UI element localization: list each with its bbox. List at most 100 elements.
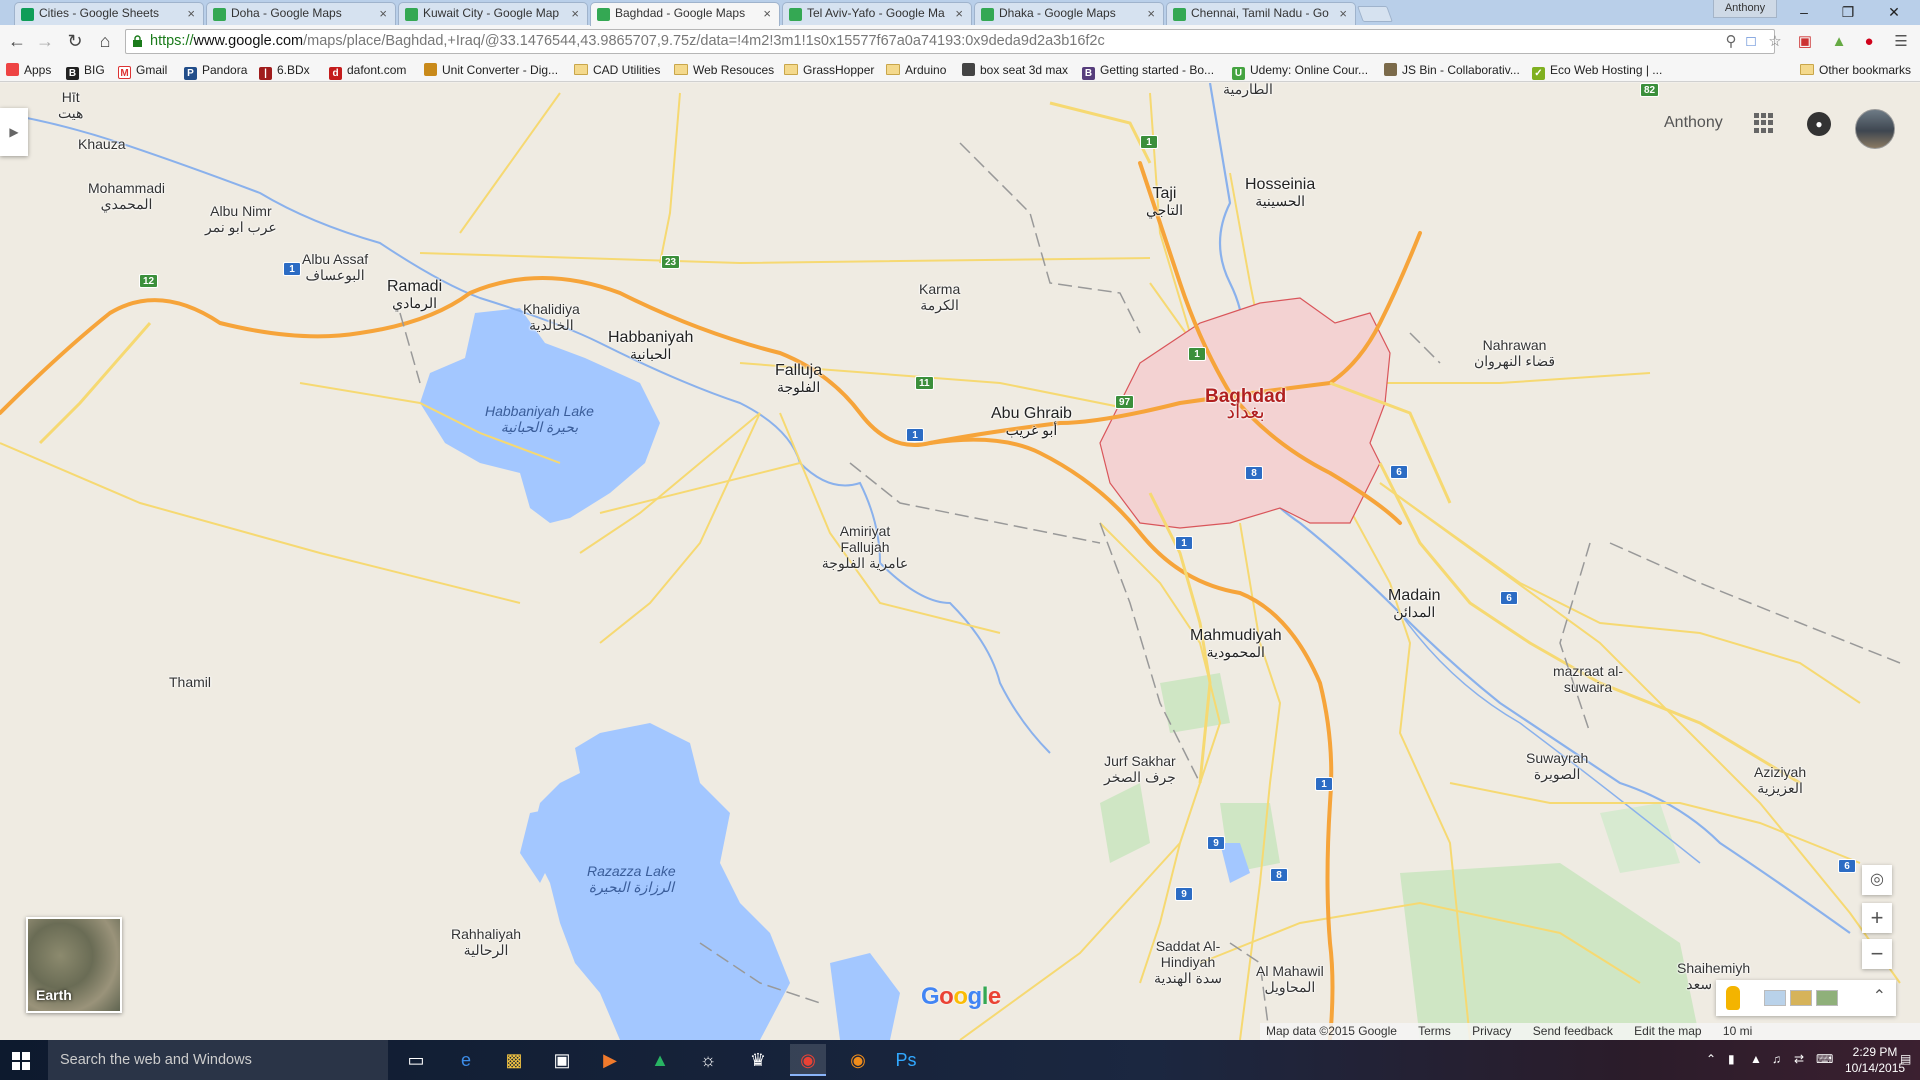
wifi-app-icon[interactable]: ☼ xyxy=(690,1044,726,1076)
maximize-button[interactable]: ❐ xyxy=(1826,2,1870,22)
menu-icon[interactable]: ☰ xyxy=(1892,33,1910,51)
place-ramadi[interactable]: Ramadi الرمادي xyxy=(387,279,442,312)
bookmark-jsbin[interactable]: JS Bin - Collaborativ... xyxy=(1384,62,1520,78)
tab-telaviv-maps[interactable]: Tel Aviv-Yafo - Google Ma × xyxy=(782,2,972,25)
place-madain[interactable]: Madain المدائن xyxy=(1388,588,1440,621)
wifi-icon[interactable]: ▲ xyxy=(1750,1052,1762,1066)
chevron-up-icon[interactable]: ⌃ xyxy=(1873,986,1886,1006)
volume-icon[interactable]: ♫ xyxy=(1772,1052,1781,1066)
place-albu-nimr[interactable]: Albu Nimr عرب ابو نمر xyxy=(205,203,277,235)
pinterest-icon[interactable]: ● xyxy=(1860,33,1878,51)
photo-layer-thumb[interactable] xyxy=(1790,990,1812,1006)
my-location-button[interactable]: ◎ xyxy=(1862,865,1892,895)
map-canvas[interactable]: 1 1 1 1 1 12 23 11 97 1 6 6 6 8 8 8 9 9 … xyxy=(0,83,1920,1040)
close-window-button[interactable]: ✕ xyxy=(1872,2,1916,22)
forward-button[interactable]: → xyxy=(32,29,58,53)
pegman-icon[interactable] xyxy=(1726,986,1740,1010)
bookmark-web-resouces[interactable]: Web Resouces xyxy=(674,62,774,78)
tab-close-icon[interactable]: × xyxy=(1339,3,1347,24)
zoom-in-button[interactable]: + xyxy=(1862,903,1892,933)
firefox-icon[interactable]: ◉ xyxy=(840,1044,876,1076)
sync-icon[interactable]: ⇄ xyxy=(1794,1052,1804,1066)
bookmark-6bdx[interactable]: | 6.BDx xyxy=(259,62,310,80)
bookmark-star-icon[interactable]: ☆ xyxy=(1766,33,1784,51)
place-jurf-sakhar[interactable]: Jurf Sakhar جرف الصخر xyxy=(1104,753,1176,785)
place-rahhaliyah[interactable]: Rahhaliyah الرحالية xyxy=(451,926,521,958)
bookmark-dafont[interactable]: d dafont.com xyxy=(329,62,406,80)
reload-button[interactable]: ↻ xyxy=(62,29,88,53)
zoom-icon[interactable]: ⚲ xyxy=(1722,33,1740,51)
place-mohammadi[interactable]: Mohammadi المحمدي xyxy=(88,180,165,212)
place-suwayrah[interactable]: Suwayrah الصويرة xyxy=(1526,750,1588,782)
action-center-icon[interactable]: ▤ xyxy=(1900,1052,1911,1066)
bookmark-udemy[interactable]: U Udemy: Online Cour... xyxy=(1232,62,1368,80)
tab-cities-sheets[interactable]: Cities - Google Sheets × xyxy=(14,2,204,25)
tab-chennai-maps[interactable]: Chennai, Tamil Nadu - Go × xyxy=(1166,2,1356,25)
place-karma[interactable]: Karma الكرمة xyxy=(919,281,960,313)
place-khauza[interactable]: Khauza xyxy=(78,136,125,152)
page-action-icon[interactable]: □ xyxy=(1742,33,1760,51)
place-saddat-al-hindiyah[interactable]: Saddat Al-Hindiyah سدة الهندية xyxy=(1148,938,1228,986)
file-explorer-icon[interactable]: ▩ xyxy=(496,1044,532,1076)
new-tab-button[interactable] xyxy=(1357,6,1393,22)
clock[interactable]: 2:29 PM 10/14/2015 xyxy=(1845,1044,1905,1076)
bookmark-bootstrap[interactable]: B Getting started - Bo... xyxy=(1082,62,1214,80)
bookmark-gmail[interactable]: M Gmail xyxy=(118,62,167,79)
bookmark-unit-converter[interactable]: Unit Converter - Dig... xyxy=(424,62,558,78)
bookmark-arduino[interactable]: Arduino xyxy=(886,62,946,78)
address-bar[interactable]: https://www.google.com/maps/place/Baghda… xyxy=(125,29,1775,54)
tab-close-icon[interactable]: × xyxy=(379,3,387,24)
tab-close-icon[interactable]: × xyxy=(571,3,579,24)
place-taji[interactable]: Taji التاجي xyxy=(1146,186,1183,219)
place-falluja[interactable]: Falluja الفلوجة xyxy=(775,363,822,396)
bookmark-cad-utilities[interactable]: CAD Utilities xyxy=(574,62,660,78)
scale-label[interactable]: 10 mi xyxy=(1723,1024,1752,1038)
terms-link[interactable]: Terms xyxy=(1418,1024,1451,1038)
place-hosseinia[interactable]: Hosseinia الحسينية xyxy=(1245,177,1315,210)
photo-layer-thumb[interactable] xyxy=(1764,990,1786,1006)
back-button[interactable]: ← xyxy=(4,29,30,53)
google-apps-icon[interactable] xyxy=(1754,113,1774,133)
bookmark-box-seat[interactable]: box seat 3d max xyxy=(962,62,1068,78)
place-tarmiya[interactable]: الطارمية xyxy=(1223,83,1273,97)
photo-layer-thumb[interactable] xyxy=(1816,990,1838,1006)
place-nahrawan[interactable]: Nahrawan قضاء النهروان xyxy=(1474,337,1555,369)
photoshop-icon[interactable]: Ps xyxy=(888,1044,924,1076)
place-baghdad[interactable]: Baghdad بغداد xyxy=(1205,387,1286,422)
place-al-mahawil[interactable]: Al Mahawil المحاويل xyxy=(1256,963,1324,995)
other-bookmarks[interactable]: Other bookmarks xyxy=(1800,62,1911,78)
bookmark-pandora[interactable]: P Pandora xyxy=(184,62,247,80)
tab-doha-maps[interactable]: Doha - Google Maps × xyxy=(206,2,396,25)
place-amiriyat-fallujah[interactable]: Amiriyat Fallujah عامرية الفلوجة xyxy=(820,523,910,571)
minimize-button[interactable]: – xyxy=(1782,2,1826,22)
sidebar-toggle-button[interactable]: ▶ xyxy=(0,108,28,156)
place-mazraat-al-suwaira[interactable]: mazraat al-suwaira xyxy=(1548,663,1628,695)
place-habbaniyah[interactable]: Habbaniyah الحبانية xyxy=(608,330,693,363)
store-icon[interactable]: ▣ xyxy=(544,1044,580,1076)
taskbar-search-input[interactable]: Search the web and Windows xyxy=(48,1040,388,1080)
windows-start-icon[interactable] xyxy=(12,1052,30,1070)
privacy-link[interactable]: Privacy xyxy=(1472,1024,1511,1038)
avatar[interactable] xyxy=(1855,109,1895,149)
place-abu-ghraib[interactable]: Abu Ghraib أبو غريب xyxy=(991,406,1072,439)
place-khalidiya[interactable]: Khalidiya الخالدية xyxy=(523,301,580,333)
place-albu-assaf[interactable]: Albu Assaf البوعساف xyxy=(302,251,368,283)
tab-dhaka-maps[interactable]: Dhaka - Google Maps × xyxy=(974,2,1164,25)
tab-kuwait-maps[interactable]: Kuwait City - Google Map × xyxy=(398,2,588,25)
tab-close-icon[interactable]: × xyxy=(955,3,963,24)
finance-icon[interactable]: ▲ xyxy=(642,1044,678,1076)
extension-colorpick-icon[interactable]: ▣ xyxy=(1796,33,1814,51)
bookmark-grasshopper[interactable]: GrassHopper xyxy=(784,62,874,78)
profile-button[interactable]: Anthony xyxy=(1713,0,1777,18)
tab-baghdad-maps[interactable]: Baghdad - Google Maps × xyxy=(590,2,780,26)
place-aziziyah[interactable]: Aziziyah العزيزية xyxy=(1754,764,1806,796)
media-player-icon[interactable]: ▶ xyxy=(592,1044,628,1076)
place-mahmudiyah[interactable]: Mahmudiyah المحمودية xyxy=(1190,628,1282,661)
send-feedback-link[interactable]: Send feedback xyxy=(1533,1024,1613,1038)
bookmark-big[interactable]: B BIG xyxy=(66,62,105,80)
battery-icon[interactable]: ▮ xyxy=(1728,1052,1735,1066)
account-name[interactable]: Anthony xyxy=(1664,114,1723,132)
tab-close-icon[interactable]: × xyxy=(763,3,771,24)
bookmark-apps[interactable]: Apps xyxy=(6,62,51,78)
chevron-up-icon[interactable]: ⌃ xyxy=(1706,1052,1716,1066)
